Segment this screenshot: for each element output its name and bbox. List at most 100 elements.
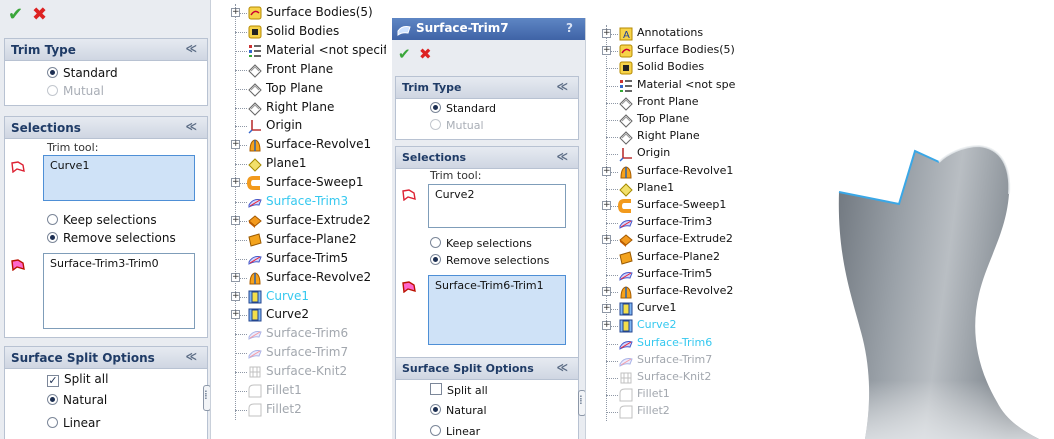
ok-checkmark-icon[interactable]: ✔ xyxy=(8,4,23,25)
split-all-checkbox[interactable]: ✓ Split all xyxy=(47,372,108,387)
tree-node[interactable]: + Surface-Revolve1 xyxy=(211,136,386,155)
tree-node-label[interactable]: Surface-Trim5 xyxy=(637,267,712,280)
tree-node[interactable]: + Surface Bodies(5) xyxy=(586,42,735,59)
tree-node[interactable]: Fillet1 xyxy=(586,386,735,403)
collapse-chevron-icon[interactable]: ≪ xyxy=(185,350,197,363)
tree-node-label[interactable]: Fillet2 xyxy=(637,404,670,417)
tree-node[interactable]: + Surface-Extrude2 xyxy=(211,212,386,231)
tree-node-label[interactable]: Plane1 xyxy=(637,181,674,194)
trim-tool-listbox[interactable]: Curve2 xyxy=(428,184,566,228)
tree-node[interactable]: + Surface-Revolve1 xyxy=(586,163,735,180)
tree-node[interactable]: Surface-Knit2 xyxy=(211,363,386,382)
tree-node[interactable]: Front Plane xyxy=(586,94,735,111)
collapse-chevron-icon[interactable]: ≪ xyxy=(556,150,568,163)
tree-node-label[interactable]: Surface-Sweep1 xyxy=(637,198,726,211)
pieces-listbox[interactable]: Surface-Trim3-Trim0 xyxy=(43,253,195,329)
tree-node-label[interactable]: Plane1 xyxy=(266,156,307,170)
tree-node[interactable]: + Surface-Revolve2 xyxy=(211,269,386,288)
tree-node[interactable]: Fillet2 xyxy=(586,403,735,420)
tree-node[interactable]: Surface-Trim3 xyxy=(211,193,386,212)
tree-node[interactable]: Fillet1 xyxy=(211,382,386,401)
tree-node-label[interactable]: Origin xyxy=(266,118,302,132)
keep-selections-radio[interactable]: Keep selections xyxy=(430,237,532,250)
mutual-radio[interactable]: Mutual xyxy=(430,119,484,132)
tree-node[interactable]: Surface-Trim3 xyxy=(586,214,735,231)
tree-node[interactable]: + Surface-Sweep1 xyxy=(586,197,735,214)
tree-node[interactable]: Surface-Knit2 xyxy=(586,369,735,386)
tree-node[interactable]: + Surface-Revolve2 xyxy=(586,283,735,300)
tree-node[interactable]: Fillet2 xyxy=(211,401,386,420)
tree-node-label[interactable]: Surface-Trim6 xyxy=(637,336,712,349)
surface-split-options-header[interactable]: Surface Split Options ≪ xyxy=(5,347,207,369)
trim-tool-value[interactable]: Curve2 xyxy=(435,188,474,201)
tree-node-label[interactable]: Material <not specif xyxy=(637,78,735,91)
expand-toggle-icon[interactable]: + xyxy=(602,166,611,176)
tree-node[interactable]: + Surface-Extrude2 xyxy=(586,231,735,248)
expand-toggle-icon[interactable]: + xyxy=(231,272,240,282)
tree-node[interactable]: + A Annotations xyxy=(586,25,735,42)
tree-node[interactable]: Solid Bodies xyxy=(211,23,386,42)
tree-node-label[interactable]: Surface-Trim5 xyxy=(266,251,348,265)
tree-node-label[interactable]: Surface-Trim6 xyxy=(266,326,348,340)
tree-node[interactable]: + Surface-Sweep1 xyxy=(211,174,386,193)
tree-node-label[interactable]: Surface Bodies(5) xyxy=(266,5,373,19)
tree-node[interactable]: Surface-Trim7 xyxy=(586,352,735,369)
tree-node-label[interactable]: Surface-Knit2 xyxy=(266,364,347,378)
mutual-radio[interactable]: Mutual xyxy=(47,84,104,98)
tree-node[interactable]: Surface-Plane2 xyxy=(586,249,735,266)
graphics-viewport[interactable] xyxy=(739,84,1054,439)
tree-node[interactable]: Material <not specif xyxy=(586,77,735,94)
tree-node[interactable]: Plane1 xyxy=(211,155,386,174)
expand-toggle-icon[interactable]: + xyxy=(602,29,611,38)
tree-node-label[interactable]: Surface-Plane2 xyxy=(266,232,357,246)
tree-node-label[interactable]: Surface-Revolve2 xyxy=(266,270,371,284)
selections-header[interactable]: Selections ≪ xyxy=(396,147,578,169)
tree-node-label[interactable]: Front Plane xyxy=(637,95,699,108)
tree-node-label[interactable]: Top Plane xyxy=(266,81,323,95)
tree-node-label[interactable]: Material <not specifi xyxy=(266,43,386,57)
tree-node[interactable]: Surface-Trim7 xyxy=(211,344,386,363)
tree-node-label[interactable]: Surface-Revolve1 xyxy=(266,137,371,151)
expand-toggle-icon[interactable]: + xyxy=(602,321,611,331)
remove-selections-radio[interactable]: Remove selections xyxy=(430,254,549,267)
tree-node-label[interactable]: Top Plane xyxy=(637,112,689,125)
tree-node[interactable]: Solid Bodies xyxy=(586,59,735,76)
tree-node-label[interactable]: Surface-Trim7 xyxy=(266,345,348,359)
tree-node-label[interactable]: Surface-Revolve1 xyxy=(637,164,733,177)
expand-toggle-icon[interactable]: + xyxy=(231,291,240,301)
tree-node[interactable]: + Curve1 xyxy=(211,288,386,307)
tree-node-label[interactable]: Front Plane xyxy=(266,62,333,76)
panel-resize-grip[interactable] xyxy=(203,385,210,411)
tree-node-label[interactable]: Surface-Extrude2 xyxy=(637,232,733,245)
tree-node[interactable]: Right Plane xyxy=(586,128,735,145)
tree-node[interactable]: + Surface Bodies(5) xyxy=(211,4,386,23)
tree-node-label[interactable]: Surface-Trim7 xyxy=(637,353,712,366)
tree-node-label[interactable]: Surface-Sweep1 xyxy=(266,175,364,189)
tree-node-label[interactable]: Right Plane xyxy=(637,129,700,142)
expand-toggle-icon[interactable]: + xyxy=(602,235,611,245)
tree-node[interactable]: + Curve1 xyxy=(586,300,735,317)
tree-node[interactable]: Top Plane xyxy=(211,80,386,99)
tree-node-label[interactable]: Fillet1 xyxy=(266,383,302,397)
pieces-value[interactable]: Surface-Trim6-Trim1 xyxy=(435,279,544,292)
pieces-value[interactable]: Surface-Trim3-Trim0 xyxy=(50,257,159,270)
tree-node-label[interactable]: Surface-Extrude2 xyxy=(266,213,371,227)
pieces-listbox[interactable]: Surface-Trim6-Trim1 xyxy=(428,275,566,345)
tree-node[interactable]: Origin xyxy=(586,145,735,162)
help-button[interactable]: ? xyxy=(566,21,573,35)
expand-toggle-icon[interactable]: + xyxy=(231,310,240,320)
tree-node-label[interactable]: Surface-Trim3 xyxy=(266,194,348,208)
trim-tool-listbox[interactable]: Curve1 xyxy=(43,155,195,201)
trim-tool-value[interactable]: Curve1 xyxy=(50,159,89,172)
trim-type-header[interactable]: Trim Type ≪ xyxy=(396,77,578,99)
tree-node-label[interactable]: Solid Bodies xyxy=(266,24,339,38)
tree-node-label[interactable]: Surface-Plane2 xyxy=(637,250,720,263)
linear-radio[interactable]: Linear xyxy=(47,416,100,430)
tree-node[interactable]: Plane1 xyxy=(586,180,735,197)
tree-node-label[interactable]: Surface-Revolve2 xyxy=(637,284,733,297)
collapse-chevron-icon[interactable]: ≪ xyxy=(556,361,568,374)
tree-node[interactable]: Material <not specifi xyxy=(211,42,386,61)
cancel-x-icon[interactable]: ✖ xyxy=(32,4,47,25)
tree-node[interactable]: Right Plane xyxy=(211,99,386,118)
tree-node-label[interactable]: Right Plane xyxy=(266,100,334,114)
